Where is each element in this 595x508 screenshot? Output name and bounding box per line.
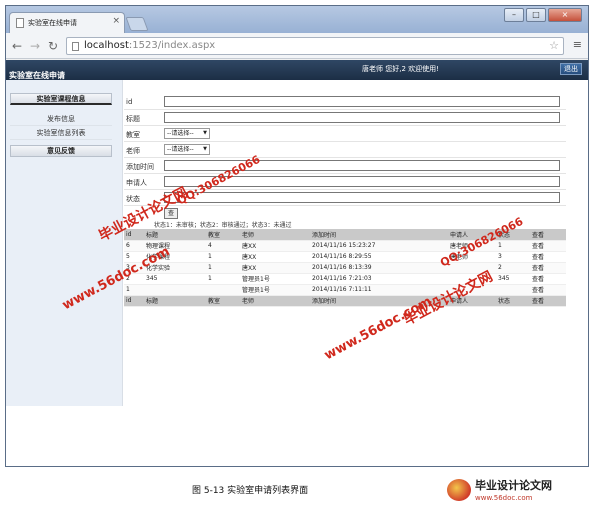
table-cell: 2 [496,262,530,274]
chevron-down-icon: ▼ [203,146,207,152]
table-cell: 管理员1号 [240,284,310,296]
page-content: 实验室课程信息 发布信息 实验室信息列表 意见反馈 id 标题 教室 --请选择… [6,80,588,466]
table-cell [144,284,206,296]
form-row-title: 标题 [124,110,566,126]
table-cell: 2014/11/16 15:23:27 [310,240,448,252]
maximize-button[interactable]: □ [526,8,546,22]
table-cell: 1 [206,273,240,285]
sidebar-item-lab-list[interactable]: 实验室信息列表 [10,127,112,140]
site-logo: 毕业设计论文网 www.56doc.com [447,477,587,505]
form-row-add-time: 添加时间 [124,158,566,174]
table-cell: 1 [206,262,240,274]
field-label: 标题 [126,115,140,123]
teacher-select[interactable]: --请选择-- ▼ [164,144,210,155]
page-icon [72,42,79,51]
sidebar-section-lab-course-info[interactable]: 实验室课程信息 [10,93,112,105]
bookmark-star-icon[interactable]: ☆ [549,39,559,52]
logo-title: 毕业设计论文网 [475,479,552,492]
table-footer-row: id 标题 教室 老师 添加时间 申请人 状态 查看 [124,295,566,307]
browser-toolbar: ← → ↻ localhost:1523/index.aspx ☆ ≡ [6,33,588,59]
page-icon [16,18,24,28]
close-icon[interactable]: × [112,16,120,26]
table-cell: 2014/11/16 8:29:55 [310,251,448,263]
table-row: 3 化学实验 1 唐XX 2014/11/16 8:13:39 2 查看 [124,262,566,274]
url-text[interactable]: localhost:1523/index.aspx [84,40,215,51]
field-label: 老师 [126,147,140,155]
form-row-teacher: 老师 --请选择-- ▼ [124,142,566,158]
reload-icon[interactable]: ↻ [48,39,58,53]
table-cell: 唐XX [240,251,310,263]
column-header: 教室 [206,229,240,241]
menu-icon[interactable]: ≡ [573,39,582,51]
status-input[interactable] [164,192,560,203]
column-footer: id [124,295,144,307]
welcome-text: 唐老师 您好,2 欢迎使用! [362,65,439,73]
logo-emblem-icon [447,479,471,501]
window-controls: – □ × [504,8,582,22]
forward-arrow-icon[interactable]: → [30,39,40,53]
logo-url: www.56doc.com [475,494,533,502]
table-cell: 1 [496,240,530,252]
column-header: 查看 [530,229,566,241]
address-bar[interactable]: localhost:1523/index.aspx ☆ [66,37,564,55]
column-header: 添加时间 [310,229,448,241]
table-row: 6 物理课程 4 唐XX 2014/11/16 15:23:27 唐老师 1 查… [124,240,566,252]
column-footer: 状态 [496,295,530,307]
field-label: 教室 [126,131,140,139]
table-row: 1 管理员1号 2014/11/16 7:11:11 查看 [124,284,566,296]
view-link[interactable]: 查看 [530,240,566,252]
field-label: id [126,98,133,106]
figure-caption: 图 5-13 实验室申请列表界面 [192,486,309,496]
title-bar: 实验室在线申请 × – □ × [6,6,588,33]
sidebar-section-feedback[interactable]: 意见反馈 [10,145,112,157]
column-footer: 查看 [530,295,566,307]
table-cell [496,284,530,296]
table-cell: 345 [144,273,206,285]
tab-title: 实验室在线申请 [28,19,77,27]
app-header: 实验室在线申请 唐老师 您好,2 欢迎使用! 退出 [6,60,588,80]
form-row-classroom: 教室 --请选择-- ▼ [124,126,566,142]
table-cell: 6 [124,240,144,252]
table-cell: 管理员1号 [240,273,310,285]
column-header: 老师 [240,229,310,241]
classroom-select[interactable]: --请选择-- ▼ [164,128,210,139]
view-link[interactable]: 查看 [530,251,566,263]
application-table: id 标题 教室 老师 添加时间 申请人 状态 查看 6 物理课程 4 唐XX … [124,229,566,307]
sidebar-item-publish[interactable]: 发布信息 [10,113,112,126]
column-header: 标题 [144,229,206,241]
table-cell: 1 [124,284,144,296]
view-link[interactable]: 查看 [530,262,566,274]
minimize-button[interactable]: – [504,8,524,22]
form-row-id: id [124,94,566,110]
id-input[interactable] [164,96,560,107]
table-cell: 3 [496,251,530,263]
table-cell [206,284,240,296]
logout-button[interactable]: 退出 [560,63,582,75]
table-cell: 唐XX [240,262,310,274]
table-cell: 4 [206,240,240,252]
back-arrow-icon[interactable]: ← [12,39,22,53]
table-cell: 2014/11/16 7:21:03 [310,273,448,285]
title-input[interactable] [164,112,560,123]
table-cell: 345 [496,273,530,285]
table-row: 2 345 1 管理员1号 2014/11/16 7:21:03 345 查看 [124,273,566,285]
field-label: 状态 [126,195,140,203]
window-close-button[interactable]: × [548,8,582,22]
column-footer: 教室 [206,295,240,307]
chevron-down-icon: ▼ [203,130,207,136]
field-label: 添加时间 [126,163,154,171]
table-cell: 唐XX [240,240,310,252]
table-cell: 2014/11/16 8:13:39 [310,262,448,274]
field-label: 申请人 [126,179,147,187]
column-footer: 老师 [240,295,310,307]
table-row: 5 化学课程 1 唐XX 2014/11/16 8:29:55 唐老师 3 查看 [124,251,566,263]
table-cell: 1 [206,251,240,263]
column-footer: 标题 [144,295,206,307]
view-link[interactable]: 查看 [530,273,566,285]
new-tab-button[interactable] [125,17,149,31]
browser-tab[interactable]: 实验室在线申请 × [9,12,125,33]
view-link[interactable]: 查看 [530,284,566,296]
status-legend: 状态1：未审核；状态2：审核通过；状态3：未通过 [154,222,292,229]
